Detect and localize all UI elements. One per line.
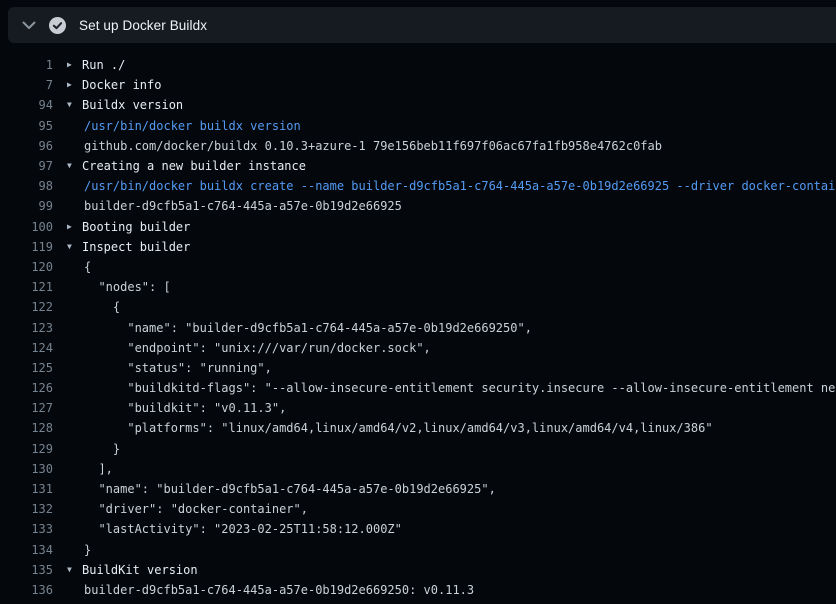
log-row: 133 "lastActivity": "2023-02-25T11:58:12… xyxy=(0,519,836,539)
line-number[interactable]: 135 xyxy=(0,563,53,577)
log-output-text: "endpoint": "unix:///var/run/docker.sock… xyxy=(84,341,431,355)
caret-expanded-icon[interactable]: ▼ xyxy=(67,566,82,574)
log-group-title[interactable]: Run ./ xyxy=(82,58,125,72)
log-row: 95/usr/bin/docker buildx version xyxy=(0,116,836,136)
log-output-text: "name": "builder-d9cfb5a1-c764-445a-a57e… xyxy=(84,321,532,335)
log-output-text: } xyxy=(84,543,91,557)
log-output-text: { xyxy=(84,300,120,314)
log-row: 128 "platforms": "linux/amd64,linux/amd6… xyxy=(0,418,836,438)
line-number[interactable]: 122 xyxy=(0,300,53,314)
line-number[interactable]: 99 xyxy=(0,199,53,213)
log-output-text: { xyxy=(84,260,91,274)
log-output-text: "name": "builder-d9cfb5a1-c764-445a-a57e… xyxy=(84,482,496,496)
line-number[interactable]: 119 xyxy=(0,240,53,254)
log-row: 129 } xyxy=(0,439,836,459)
log-group-row[interactable]: 97 ▼Creating a new builder instance xyxy=(0,156,836,176)
log-output-text: "platforms": "linux/amd64,linux/amd64/v2… xyxy=(84,421,713,435)
log-row: 132 "driver": "docker-container", xyxy=(0,499,836,519)
log-row: 126 "buildkitd-flags": "--allow-insecure… xyxy=(0,378,836,398)
line-number[interactable]: 95 xyxy=(0,119,53,133)
caret-expanded-icon[interactable]: ▼ xyxy=(67,101,82,109)
log-row: 130 ], xyxy=(0,459,836,479)
line-number[interactable]: 132 xyxy=(0,502,53,516)
line-number[interactable]: 100 xyxy=(0,220,53,234)
log-row: 121 "nodes": [ xyxy=(0,277,836,297)
log-output-text: "nodes": [ xyxy=(84,280,171,294)
line-number[interactable]: 128 xyxy=(0,421,53,435)
log-group-row[interactable]: 1 ▶Run ./ xyxy=(0,55,836,75)
log-row: 99 builder-d9cfb5a1-c764-445a-a57e-0b19d2… xyxy=(0,196,836,216)
line-number[interactable]: 96 xyxy=(0,139,53,153)
log-row: 123 "name": "builder-d9cfb5a1-c764-445a-… xyxy=(0,317,836,337)
log-group-row[interactable]: 100 ▶Booting builder xyxy=(0,217,836,237)
line-number[interactable]: 127 xyxy=(0,401,53,415)
caret-expanded-icon[interactable]: ▼ xyxy=(67,162,82,170)
line-number[interactable]: 7 xyxy=(0,78,53,92)
log-output-text: "buildkitd-flags": "--allow-insecure-ent… xyxy=(84,381,836,395)
log-console: 1▶Run ./7▶Docker info94▼Buildx version95… xyxy=(0,43,836,604)
log-output-text: builder-d9cfb5a1-c764-445a-a57e-0b19d2e6… xyxy=(84,583,474,597)
log-output-text: "driver": "docker-container", xyxy=(84,502,308,516)
log-output-text: } xyxy=(84,442,120,456)
line-number[interactable]: 131 xyxy=(0,482,53,496)
step-header-set-up-docker-buildx[interactable]: Set up Docker Buildx xyxy=(8,7,836,43)
log-row: 122 { xyxy=(0,297,836,317)
log-row: 125 "status": "running", xyxy=(0,358,836,378)
log-group-row[interactable]: 94 ▼Buildx version xyxy=(0,95,836,115)
log-group-title[interactable]: Buildx version xyxy=(82,98,183,112)
log-output-text: builder-d9cfb5a1-c764-445a-a57e-0b19d2e6… xyxy=(84,199,402,213)
log-command-text: /usr/bin/docker buildx version xyxy=(84,119,301,133)
log-row: 96 github.com/docker/buildx 0.10.3+azure-… xyxy=(0,136,836,156)
log-output-text: "buildkit": "v0.11.3", xyxy=(84,401,286,415)
chevron-down-icon[interactable] xyxy=(22,21,36,30)
log-row: 120 { xyxy=(0,257,836,277)
line-number[interactable]: 126 xyxy=(0,381,53,395)
line-number[interactable]: 129 xyxy=(0,442,53,456)
log-group-title[interactable]: Docker info xyxy=(82,78,161,92)
log-row: 124 "endpoint": "unix:///var/run/docker.… xyxy=(0,338,836,358)
line-number[interactable]: 97 xyxy=(0,159,53,173)
line-number[interactable]: 120 xyxy=(0,260,53,274)
step-title: Set up Docker Buildx xyxy=(79,18,207,33)
line-number[interactable]: 133 xyxy=(0,522,53,536)
line-number[interactable]: 124 xyxy=(0,341,53,355)
log-group-row[interactable]: 7 ▶Docker info xyxy=(0,75,836,95)
log-group-title[interactable]: Inspect builder xyxy=(82,240,190,254)
line-number[interactable]: 98 xyxy=(0,179,53,193)
caret-expanded-icon[interactable]: ▼ xyxy=(67,243,82,251)
caret-collapsed-icon[interactable]: ▶ xyxy=(67,223,82,231)
log-output-text: github.com/docker/buildx 0.10.3+azure-1 … xyxy=(84,139,662,153)
line-number[interactable]: 130 xyxy=(0,462,53,476)
log-output-text: "status": "running", xyxy=(84,361,272,375)
log-row: 136 builder-d9cfb5a1-c764-445a-a57e-0b19d… xyxy=(0,580,836,600)
line-number[interactable]: 134 xyxy=(0,543,53,557)
log-group-row[interactable]: 119 ▼Inspect builder xyxy=(0,237,836,257)
log-group-title[interactable]: Creating a new builder instance xyxy=(82,159,306,173)
caret-collapsed-icon[interactable]: ▶ xyxy=(67,61,82,69)
log-group-row[interactable]: 135 ▼BuildKit version xyxy=(0,560,836,580)
log-row: 131 "name": "builder-d9cfb5a1-c764-445a-… xyxy=(0,479,836,499)
line-number[interactable]: 94 xyxy=(0,98,53,112)
line-number[interactable]: 136 xyxy=(0,583,53,597)
line-number[interactable]: 125 xyxy=(0,361,53,375)
log-row: 127 "buildkit": "v0.11.3", xyxy=(0,398,836,418)
line-number[interactable]: 1 xyxy=(0,58,53,72)
line-number[interactable]: 121 xyxy=(0,280,53,294)
log-output-text: "lastActivity": "2023-02-25T11:58:12.000… xyxy=(84,522,402,536)
check-circle-icon xyxy=(49,17,66,34)
log-group-title[interactable]: Booting builder xyxy=(82,220,190,234)
log-command-text: /usr/bin/docker buildx create --name bui… xyxy=(84,179,836,193)
log-row: 134} xyxy=(0,540,836,560)
line-number[interactable]: 123 xyxy=(0,321,53,335)
log-group-title[interactable]: BuildKit version xyxy=(82,563,198,577)
log-row: 98/usr/bin/docker buildx create --name b… xyxy=(0,176,836,196)
caret-collapsed-icon[interactable]: ▶ xyxy=(67,81,82,89)
log-output-text: ], xyxy=(84,462,113,476)
